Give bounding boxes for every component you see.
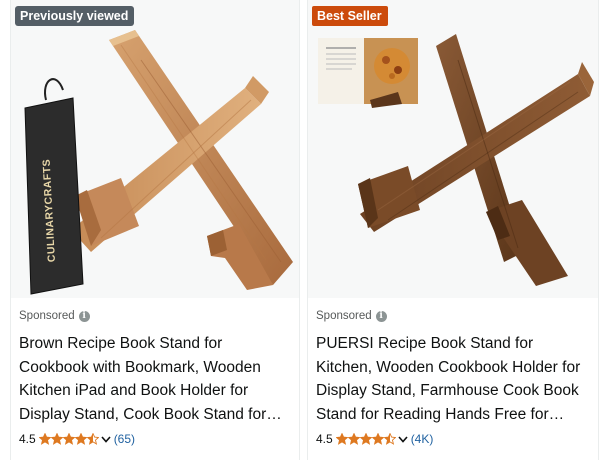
star-icon [383, 433, 396, 445]
product-grid: CULINARYCRAFTS Previously viewed Sponsor… [0, 0, 606, 460]
product-card[interactable]: CULINARYCRAFTS Previously viewed Sponsor… [10, 0, 300, 460]
star-rating[interactable] [38, 433, 99, 445]
star-icon [335, 433, 348, 445]
review-count-link[interactable]: (65) [114, 432, 135, 446]
book-stand-image-light: CULINARYCRAFTS [24, 30, 293, 295]
product-image[interactable]: Best Seller [308, 0, 598, 298]
review-count-link[interactable]: (4K) [411, 432, 434, 446]
star-icon [50, 433, 63, 445]
rating-row: 4.5 (65) [19, 430, 293, 448]
product-card[interactable]: Best Seller Sponsored i PUERSI Recipe Bo… [307, 0, 599, 460]
sponsored-text: Sponsored [316, 310, 372, 322]
product-image[interactable]: CULINARYCRAFTS Previously viewed [11, 0, 299, 298]
star-icon [74, 433, 87, 445]
best-seller-badge[interactable]: Best Seller [312, 6, 388, 26]
product-details: Sponsored i Brown Recipe Book Stand for … [19, 306, 293, 448]
star-icon [86, 433, 99, 445]
product-title-link[interactable]: PUERSI Recipe Book Stand for Kitchen, Wo… [316, 332, 592, 426]
sponsored-text: Sponsored [19, 310, 75, 322]
book-stand-image-dark [318, 34, 594, 286]
info-icon[interactable]: i [375, 310, 387, 322]
star-rating[interactable] [335, 433, 396, 445]
product-title-link[interactable]: Brown Recipe Book Stand for Cookbook wit… [19, 332, 293, 426]
chevron-down-icon[interactable] [100, 433, 112, 445]
bookmark: CULINARYCRAFTS [24, 78, 84, 295]
star-icon [347, 433, 360, 445]
product-details: Sponsored i PUERSI Recipe Book Stand for… [316, 306, 592, 448]
rating-value: 4.5 [316, 432, 333, 446]
star-icon [359, 433, 372, 445]
info-icon[interactable]: i [78, 310, 90, 322]
inset-photo [318, 38, 418, 108]
previously-viewed-badge: Previously viewed [15, 6, 135, 26]
sponsored-label[interactable]: Sponsored i [316, 306, 592, 326]
star-icon [62, 433, 75, 445]
rating-value: 4.5 [19, 432, 36, 446]
sponsored-label[interactable]: Sponsored i [19, 306, 293, 326]
rating-row: 4.5 (4K) [316, 430, 592, 448]
star-icon [38, 433, 51, 445]
star-icon [371, 433, 384, 445]
chevron-down-icon[interactable] [397, 433, 409, 445]
